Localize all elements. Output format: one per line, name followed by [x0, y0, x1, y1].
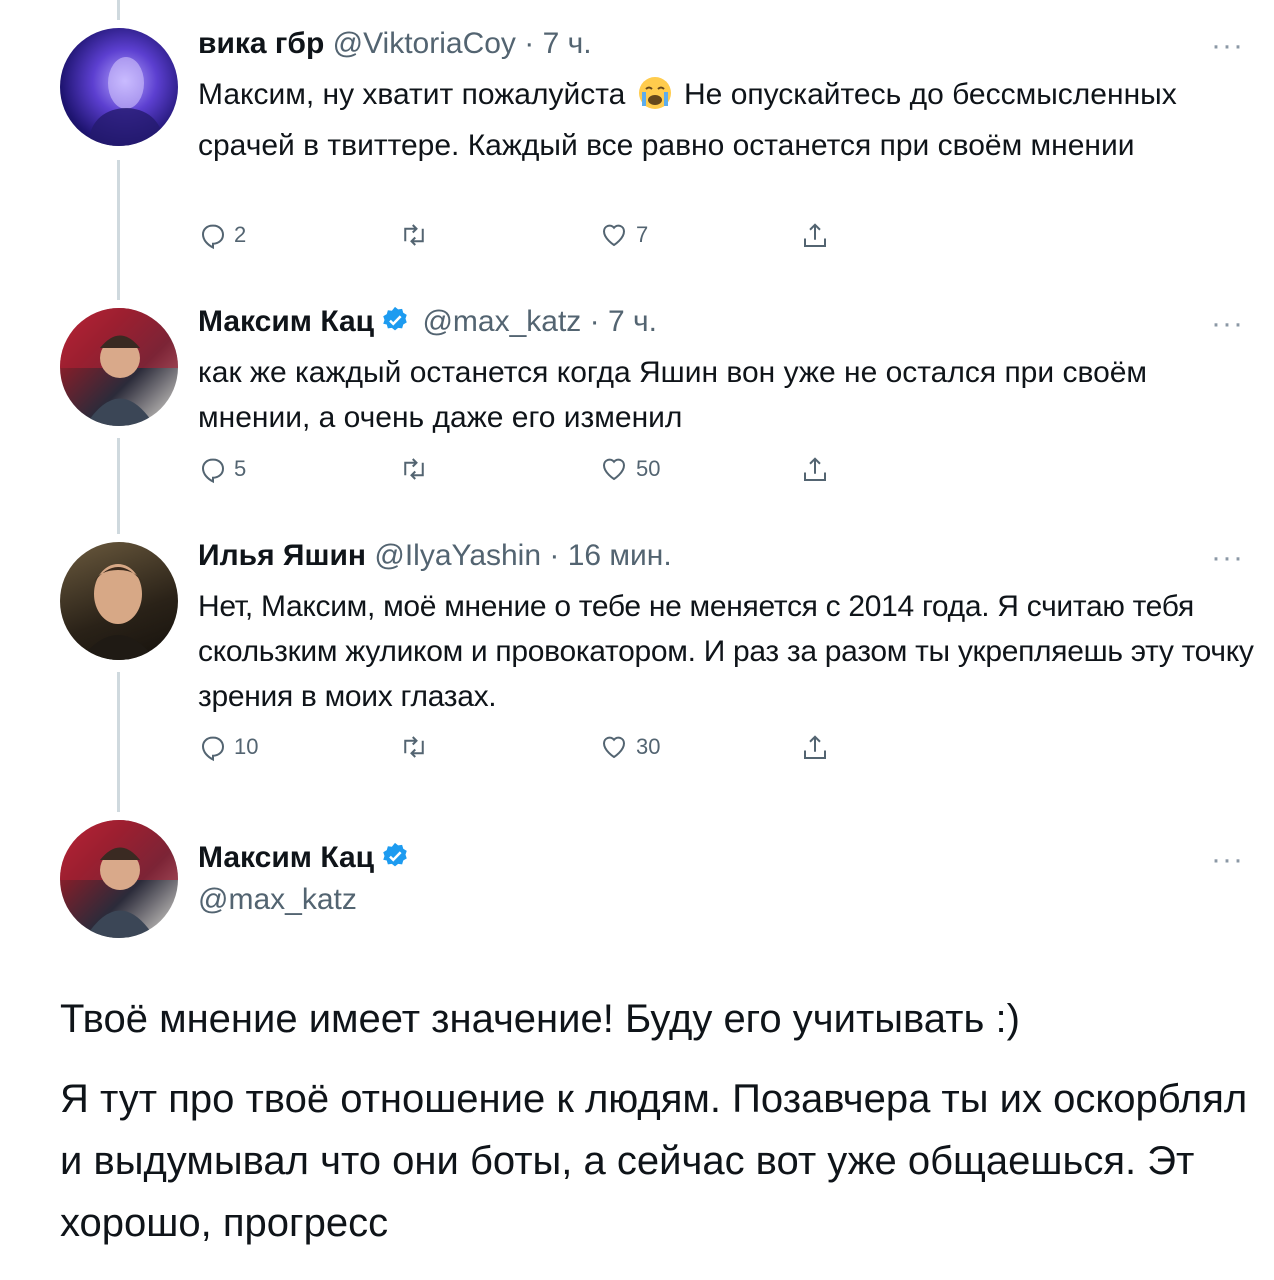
tweet-text: как же каждый останется когда Яшин вон у…: [198, 356, 1148, 434]
retweet-button[interactable]: [398, 732, 436, 762]
author-handle[interactable]: @ViktoriaCoy: [333, 27, 516, 60]
loudly-crying-face-icon: [638, 76, 672, 123]
reply-count: 2: [234, 222, 247, 247]
avatar[interactable]: [60, 542, 178, 660]
tweet-header: вика гбр @ViktoriaCoy · 7 ч.: [198, 26, 592, 62]
share-icon: [804, 735, 826, 759]
tweet-actions: 5 50: [198, 454, 898, 494]
tweet-header: Илья Яшин @IlyaYashin · 16 мин.: [198, 538, 672, 574]
tweet-text-part1: Максим, ну хватит пожалуйста: [198, 78, 634, 111]
more-options-icon[interactable]: ···: [1211, 845, 1244, 875]
more-options-icon[interactable]: ···: [1211, 31, 1244, 61]
retweet-icon: [404, 458, 424, 480]
author-handle[interactable]: @max_katz: [198, 882, 357, 918]
like-button[interactable]: 30: [598, 732, 660, 762]
tweet-text: Нет, Максим, моё мнение о тебе не меняет…: [198, 590, 1254, 713]
retweet-icon: [404, 224, 424, 246]
thread-line-top: [117, 0, 120, 20]
like-count: 50: [636, 456, 661, 481]
share-button[interactable]: [800, 732, 830, 764]
like-button[interactable]: 50: [598, 454, 660, 484]
more-options-icon[interactable]: ···: [1211, 543, 1244, 573]
author-handle[interactable]: @IlyaYashin: [374, 539, 541, 572]
author-handle[interactable]: @max_katz: [422, 305, 581, 338]
thread-line-2: [117, 438, 120, 534]
avatar[interactable]: [60, 308, 178, 426]
heart-icon: [602, 458, 626, 481]
reply-button[interactable]: 2: [198, 220, 246, 250]
tweet-header: Максим Кац @max_katz · 7 ч.: [198, 304, 657, 344]
reply-icon: [201, 736, 225, 762]
tweet-text: Максим, ну хватит пожалуйста Не опускайт…: [198, 72, 1258, 168]
heart-icon: [602, 224, 626, 247]
reply-button[interactable]: 10: [198, 732, 258, 762]
author-name[interactable]: Максим Кац: [198, 841, 374, 874]
like-button[interactable]: 7: [598, 220, 648, 250]
share-icon: [804, 457, 826, 481]
tweet-time[interactable]: · 7 ч.: [590, 305, 657, 338]
like-count: 7: [636, 222, 649, 247]
tweet-time[interactable]: · 7 ч.: [524, 27, 591, 60]
thread-line-3: [117, 672, 120, 812]
verified-badge-icon: [380, 305, 410, 344]
reply-count: 10: [234, 734, 259, 759]
main-tweet-paragraph-1: Твоё мнение имеет значение! Буду его учи…: [60, 997, 1020, 1041]
author-name[interactable]: Максим Кац: [198, 305, 374, 338]
main-tweet-header: Максим Кац: [198, 840, 414, 880]
tweet-actions: 2 7: [198, 220, 898, 260]
like-count: 30: [636, 734, 661, 759]
tweet-time[interactable]: · 16 мин.: [549, 539, 671, 572]
reply-button[interactable]: 5: [198, 454, 246, 484]
thread-line-1: [117, 160, 120, 300]
retweet-button[interactable]: [398, 220, 436, 250]
share-button[interactable]: [800, 454, 830, 486]
avatar[interactable]: [60, 28, 178, 146]
heart-icon: [602, 736, 626, 759]
author-name[interactable]: вика гбр: [198, 27, 324, 60]
main-tweet-paragraph-2: Я тут про твоё отношение к людям. Позавч…: [60, 1077, 1248, 1245]
tweet-actions: 10 30: [198, 732, 898, 772]
author-name[interactable]: Илья Яшин: [198, 539, 366, 572]
retweet-button[interactable]: [398, 454, 436, 484]
more-options-icon[interactable]: ···: [1211, 309, 1244, 339]
retweet-icon: [404, 736, 424, 758]
reply-icon: [201, 224, 225, 250]
share-button[interactable]: [800, 220, 830, 252]
avatar[interactable]: [60, 820, 178, 938]
share-icon: [804, 223, 826, 247]
verified-badge-icon: [380, 841, 410, 880]
reply-count: 5: [234, 456, 247, 481]
reply-icon: [201, 458, 225, 484]
